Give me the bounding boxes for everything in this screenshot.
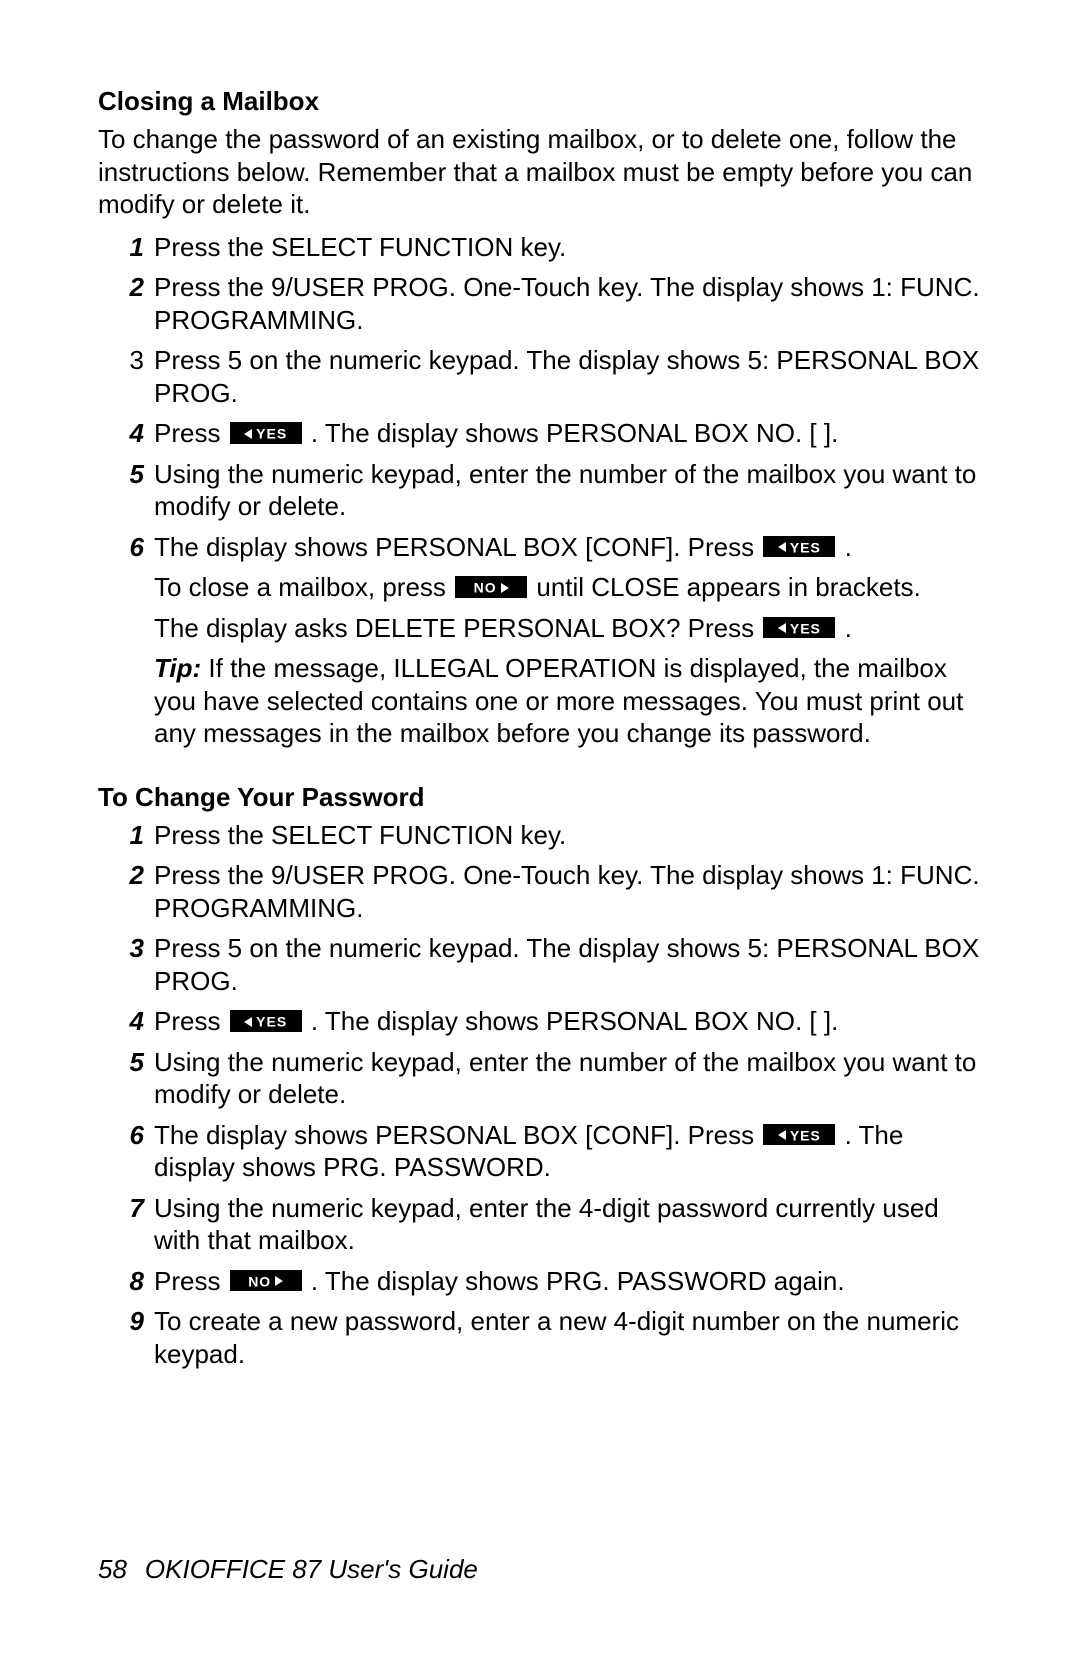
yes-button-icon: YES (230, 1010, 302, 1031)
step-number: 2 (114, 271, 144, 304)
page-footer: 58 OKIOFFICE 87 User's Guide (98, 1554, 478, 1585)
step-number: 5 (114, 1046, 144, 1079)
tip-body: If the message, ILLEGAL OPERATION is dis… (154, 653, 963, 748)
tip-label: Tip: (154, 653, 201, 683)
step-number: 6 (114, 1119, 144, 1152)
step-item: 1Press the SELECT FUNCTION key. (130, 231, 988, 264)
step-item: 4Press YES . The display shows PERSONAL … (130, 1005, 988, 1038)
yes-button-icon: YES (763, 617, 835, 638)
step-number: 5 (114, 458, 144, 491)
tip-paragraph: Tip: If the message, ILLEGAL OPERATION i… (154, 652, 988, 750)
steps-list-password: 1Press the SELECT FUNCTION key. 2Press th… (98, 819, 988, 1371)
continuation-delete-prompt: The display asks DELETE PERSONAL BOX? Pr… (154, 612, 988, 645)
yes-button-icon: YES (763, 1124, 835, 1145)
step-item: 5Using the numeric keypad, enter the num… (130, 1046, 988, 1111)
section-heading-closing: Closing a Mailbox (98, 86, 988, 117)
step-number: 1 (114, 231, 144, 264)
step-number: 3 (114, 344, 144, 377)
step-number: 8 (114, 1265, 144, 1298)
step-item: 1Press the SELECT FUNCTION key. (130, 819, 988, 852)
step-number: 1 (114, 819, 144, 852)
section-intro-closing: To change the password of an existing ma… (98, 123, 988, 221)
step-number: 7 (114, 1192, 144, 1225)
step-item: 3Press 5 on the numeric keypad. The disp… (130, 344, 988, 409)
no-button-icon: NO (230, 1270, 302, 1291)
step-number: 9 (114, 1305, 144, 1338)
guide-title: OKIOFFICE 87 User's Guide (145, 1554, 478, 1584)
section-heading-password: To Change Your Password (98, 782, 988, 813)
document-page: Closing a Mailbox To change the password… (0, 0, 1080, 1669)
no-button-icon: NO (455, 576, 527, 597)
step-item: 6The display shows PERSONAL BOX [CONF]. … (130, 1119, 988, 1184)
step-item: 2Press the 9/USER PROG. One-Touch key. T… (130, 859, 988, 924)
step-item: 7Using the numeric keypad, enter the 4-d… (130, 1192, 988, 1257)
step-item: 5Using the numeric keypad, enter the num… (130, 458, 988, 523)
step-item: 3Press 5 on the numeric keypad. The disp… (130, 932, 988, 997)
steps-list-closing: 1Press the SELECT FUNCTION key. 2Press th… (98, 231, 988, 564)
page-number: 58 (98, 1554, 127, 1584)
step-item: 4Press YES . The display shows PERSONAL … (130, 417, 988, 450)
step-number: 2 (114, 859, 144, 892)
yes-button-icon: YES (763, 536, 835, 557)
yes-button-icon: YES (230, 422, 302, 443)
step-item: 8Press NO . The display shows PRG. PASSW… (130, 1265, 988, 1298)
step-item: 6The display shows PERSONAL BOX [CONF]. … (130, 531, 988, 564)
step-number: 4 (114, 417, 144, 450)
step-item: 2Press the 9/USER PROG. One-Touch key. T… (130, 271, 988, 336)
step-number: 4 (114, 1005, 144, 1038)
step-number: 3 (114, 932, 144, 965)
step-number: 6 (114, 531, 144, 564)
step-item: 9To create a new password, enter a new 4… (130, 1305, 988, 1370)
continuation-close-mailbox: To close a mailbox, press NO until CLOSE… (154, 571, 988, 604)
